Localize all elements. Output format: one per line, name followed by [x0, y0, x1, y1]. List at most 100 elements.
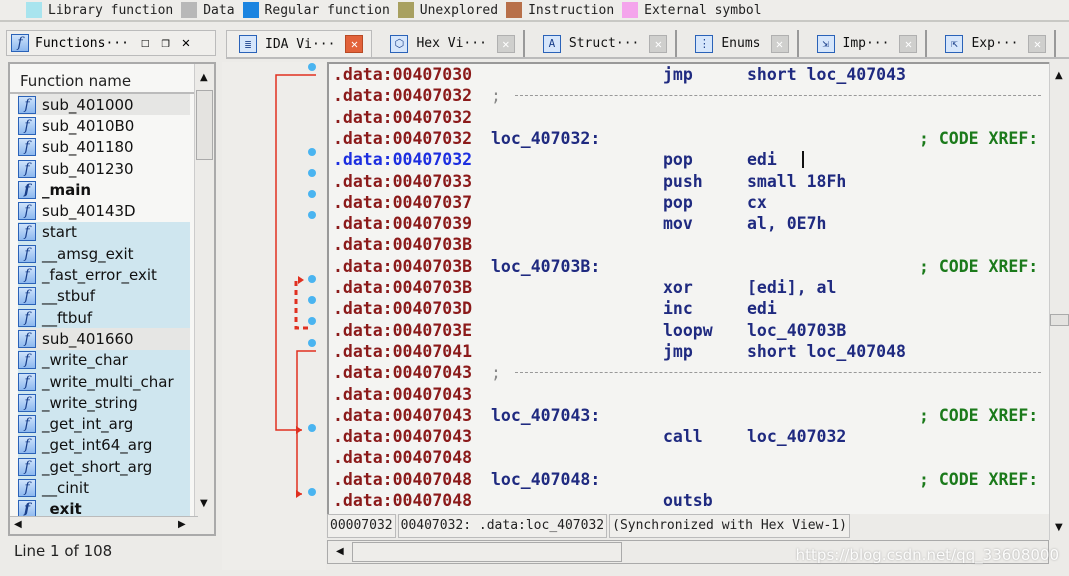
operand[interactable]: [edi], al — [747, 277, 836, 298]
code-line[interactable]: .data:00407037 pop cx — [333, 192, 1049, 213]
code-line[interactable]: .data:00407032 pop edi — [333, 149, 1049, 170]
mnemonic: jmp — [663, 65, 693, 84]
separator-comment: ; — [491, 86, 501, 106]
xref-comment[interactable]: ; CODE XREF: — [919, 256, 1038, 277]
code-line[interactable]: .data:00407032 — [333, 107, 1049, 128]
code-line[interactable]: .data:00407043 — [333, 384, 1049, 405]
function-icon: f — [18, 116, 36, 135]
close-icon[interactable]: ✕ — [649, 34, 668, 53]
code-line[interactable]: .data:00407043 loc_407043: ; CODE XREF: — [333, 405, 1049, 426]
tab-imports[interactable]: ⇲ Imp··· ✕ — [805, 30, 928, 57]
scroll-down-icon[interactable]: ▼ — [200, 498, 208, 509]
legend-bar: Library function Data Regular function Unex… — [0, 0, 1069, 22]
scroll-right-icon[interactable]: ▶ — [178, 519, 186, 530]
operand[interactable]: edi — [747, 149, 777, 170]
close-icon[interactable]: ✕ — [770, 34, 789, 53]
code-line[interactable]: .data:00407032 loc_407032: ; CODE XREF: — [333, 128, 1049, 149]
operand[interactable]: short loc_407048 — [747, 341, 906, 362]
scroll-thumb[interactable] — [352, 542, 622, 562]
operand[interactable]: short loc_407043 — [747, 64, 906, 85]
code-line[interactable]: .data:00407048 — [333, 447, 1049, 468]
scroll-left-icon[interactable]: ◀ — [14, 519, 22, 530]
operand[interactable]: al, 0E7h — [747, 213, 826, 234]
address: .data:00407032 — [333, 86, 473, 106]
close-icon[interactable]: ✕ — [899, 34, 918, 53]
close-icon[interactable]: ✕ — [496, 34, 515, 53]
function-name: start — [42, 223, 77, 242]
tab-ida-view[interactable]: ≣ IDA Vi··· ✕ — [226, 30, 373, 57]
close-icon[interactable]: ✕ — [182, 35, 190, 51]
code-line[interactable]: .data:00407041 jmp short loc_407048 — [333, 341, 1049, 362]
function-list-item[interactable]: f _get_short_arg — [18, 456, 190, 478]
function-list-item[interactable]: f __stbuf — [18, 285, 190, 307]
maximize-icon[interactable]: ☐ — [141, 35, 149, 51]
function-list-item[interactable]: f start — [18, 221, 190, 244]
code-label[interactable]: loc_40703B: — [491, 256, 600, 277]
code-line[interactable]: .data:0040703B loc_40703B: ; CODE XREF: — [333, 256, 1049, 277]
close-icon[interactable]: ✕ — [1028, 34, 1047, 53]
operand[interactable]: cx — [747, 192, 767, 213]
function-icon: f — [18, 372, 36, 391]
function-list-item[interactable]: f sub_40143D — [18, 200, 190, 221]
code-line[interactable]: .data:00407043 call loc_407032 — [333, 426, 1049, 447]
address: .data:00407032 — [333, 150, 473, 170]
code-line[interactable]: .data:0040703E loopw loc_40703B — [333, 320, 1049, 341]
function-list-item[interactable]: f _fast_error_exit — [18, 264, 190, 286]
code-label[interactable]: loc_407043: — [491, 405, 600, 426]
code-line[interactable]: .data:00407039 mov al, 0E7h — [333, 213, 1049, 234]
flow-arrows — [275, 63, 316, 498]
function-list-item[interactable]: f _write_multi_char — [18, 370, 190, 393]
function-list-item[interactable]: f __amsg_exit — [18, 243, 190, 265]
scroll-up-icon[interactable]: ▲ — [200, 72, 208, 83]
function-list-item[interactable]: f _get_int_arg — [18, 413, 190, 435]
tab-hex-view[interactable]: ⬡ Hex Vi··· ✕ — [378, 30, 525, 57]
xref-comment[interactable]: ; CODE XREF: — [919, 405, 1038, 426]
function-list-item[interactable]: f _get_int64_arg — [18, 434, 190, 457]
code-line[interactable]: .data:00407043; — [333, 362, 1049, 383]
code-label[interactable]: loc_407048: — [491, 469, 600, 490]
code-line[interactable]: .data:00407030 jmp short loc_407043 — [333, 64, 1049, 85]
function-list-item[interactable]: f _write_char — [18, 349, 190, 371]
function-list-item[interactable]: f __ftbuf — [18, 306, 190, 329]
code-line[interactable]: .data:00407032; — [333, 85, 1049, 106]
scroll-down-icon[interactable]: ▼ — [1055, 522, 1063, 533]
function-list-item[interactable]: f sub_401180 — [18, 137, 190, 158]
operand[interactable]: loc_407032 — [747, 426, 846, 447]
code-line[interactable]: .data:00407048 outsb — [333, 490, 1049, 511]
operand[interactable]: small 18Fh — [747, 171, 846, 192]
xref-comment[interactable]: ; CODE XREF: — [919, 128, 1038, 149]
code-line[interactable]: .data:0040703B — [333, 234, 1049, 255]
disassembly-view[interactable]: .data:00407030 jmp short loc_407043 .data:0… — [327, 62, 1049, 514]
function-list-item[interactable]: f __cinit — [18, 477, 190, 499]
close-icon[interactable]: ✕ — [345, 35, 364, 53]
function-list-item[interactable]: f sub_401660 — [18, 328, 190, 350]
functions-horizontal-scrollbar[interactable]: ◀ ▶ — [10, 516, 198, 534]
scroll-thumb[interactable] — [1050, 314, 1069, 326]
tab-structures[interactable]: A Struct··· ✕ — [531, 30, 678, 57]
scroll-up-icon[interactable]: ▲ — [1055, 70, 1063, 81]
operand[interactable]: edi — [747, 298, 777, 319]
function-list-item[interactable]: f _write_string — [18, 392, 190, 414]
function-list-item[interactable]: f sub_401230 — [18, 158, 190, 179]
code-line[interactable]: .data:0040703B xor [edi], al — [333, 277, 1049, 298]
mnemonic: jmp — [663, 341, 693, 361]
operand[interactable]: loc_40703B — [747, 320, 846, 341]
code-line[interactable]: .data:00407033 push small 18Fh — [333, 171, 1049, 192]
tab-enums[interactable]: ⋮ Enums ✕ — [683, 30, 799, 57]
xref-comment[interactable]: ; CODE XREF: — [919, 469, 1038, 490]
column-header-function-name[interactable]: Function name — [10, 64, 196, 94]
disassembly-vertical-scrollbar[interactable]: ▲ ▼ — [1049, 62, 1069, 540]
function-list-item[interactable]: f sub_401000 — [18, 94, 190, 116]
code-label[interactable]: loc_407032: — [491, 128, 600, 149]
function-icon: f — [11, 34, 29, 52]
legend-swatch — [622, 2, 639, 18]
scroll-thumb[interactable] — [196, 90, 213, 160]
code-line[interactable]: .data:0040703D inc edi — [333, 298, 1049, 319]
function-list-item[interactable]: f _main — [18, 179, 190, 200]
code-line[interactable]: .data:00407048 loc_407048: ; CODE XREF: — [333, 469, 1049, 490]
scroll-left-icon[interactable]: ◀ — [336, 546, 344, 557]
tab-exports[interactable]: ⇱ Exp··· ✕ — [933, 30, 1057, 57]
functions-vertical-scrollbar[interactable]: ▲ ▼ — [194, 64, 214, 534]
restore-icon[interactable]: ❐ — [161, 35, 169, 51]
function-list-item[interactable]: f sub_4010B0 — [18, 115, 190, 136]
